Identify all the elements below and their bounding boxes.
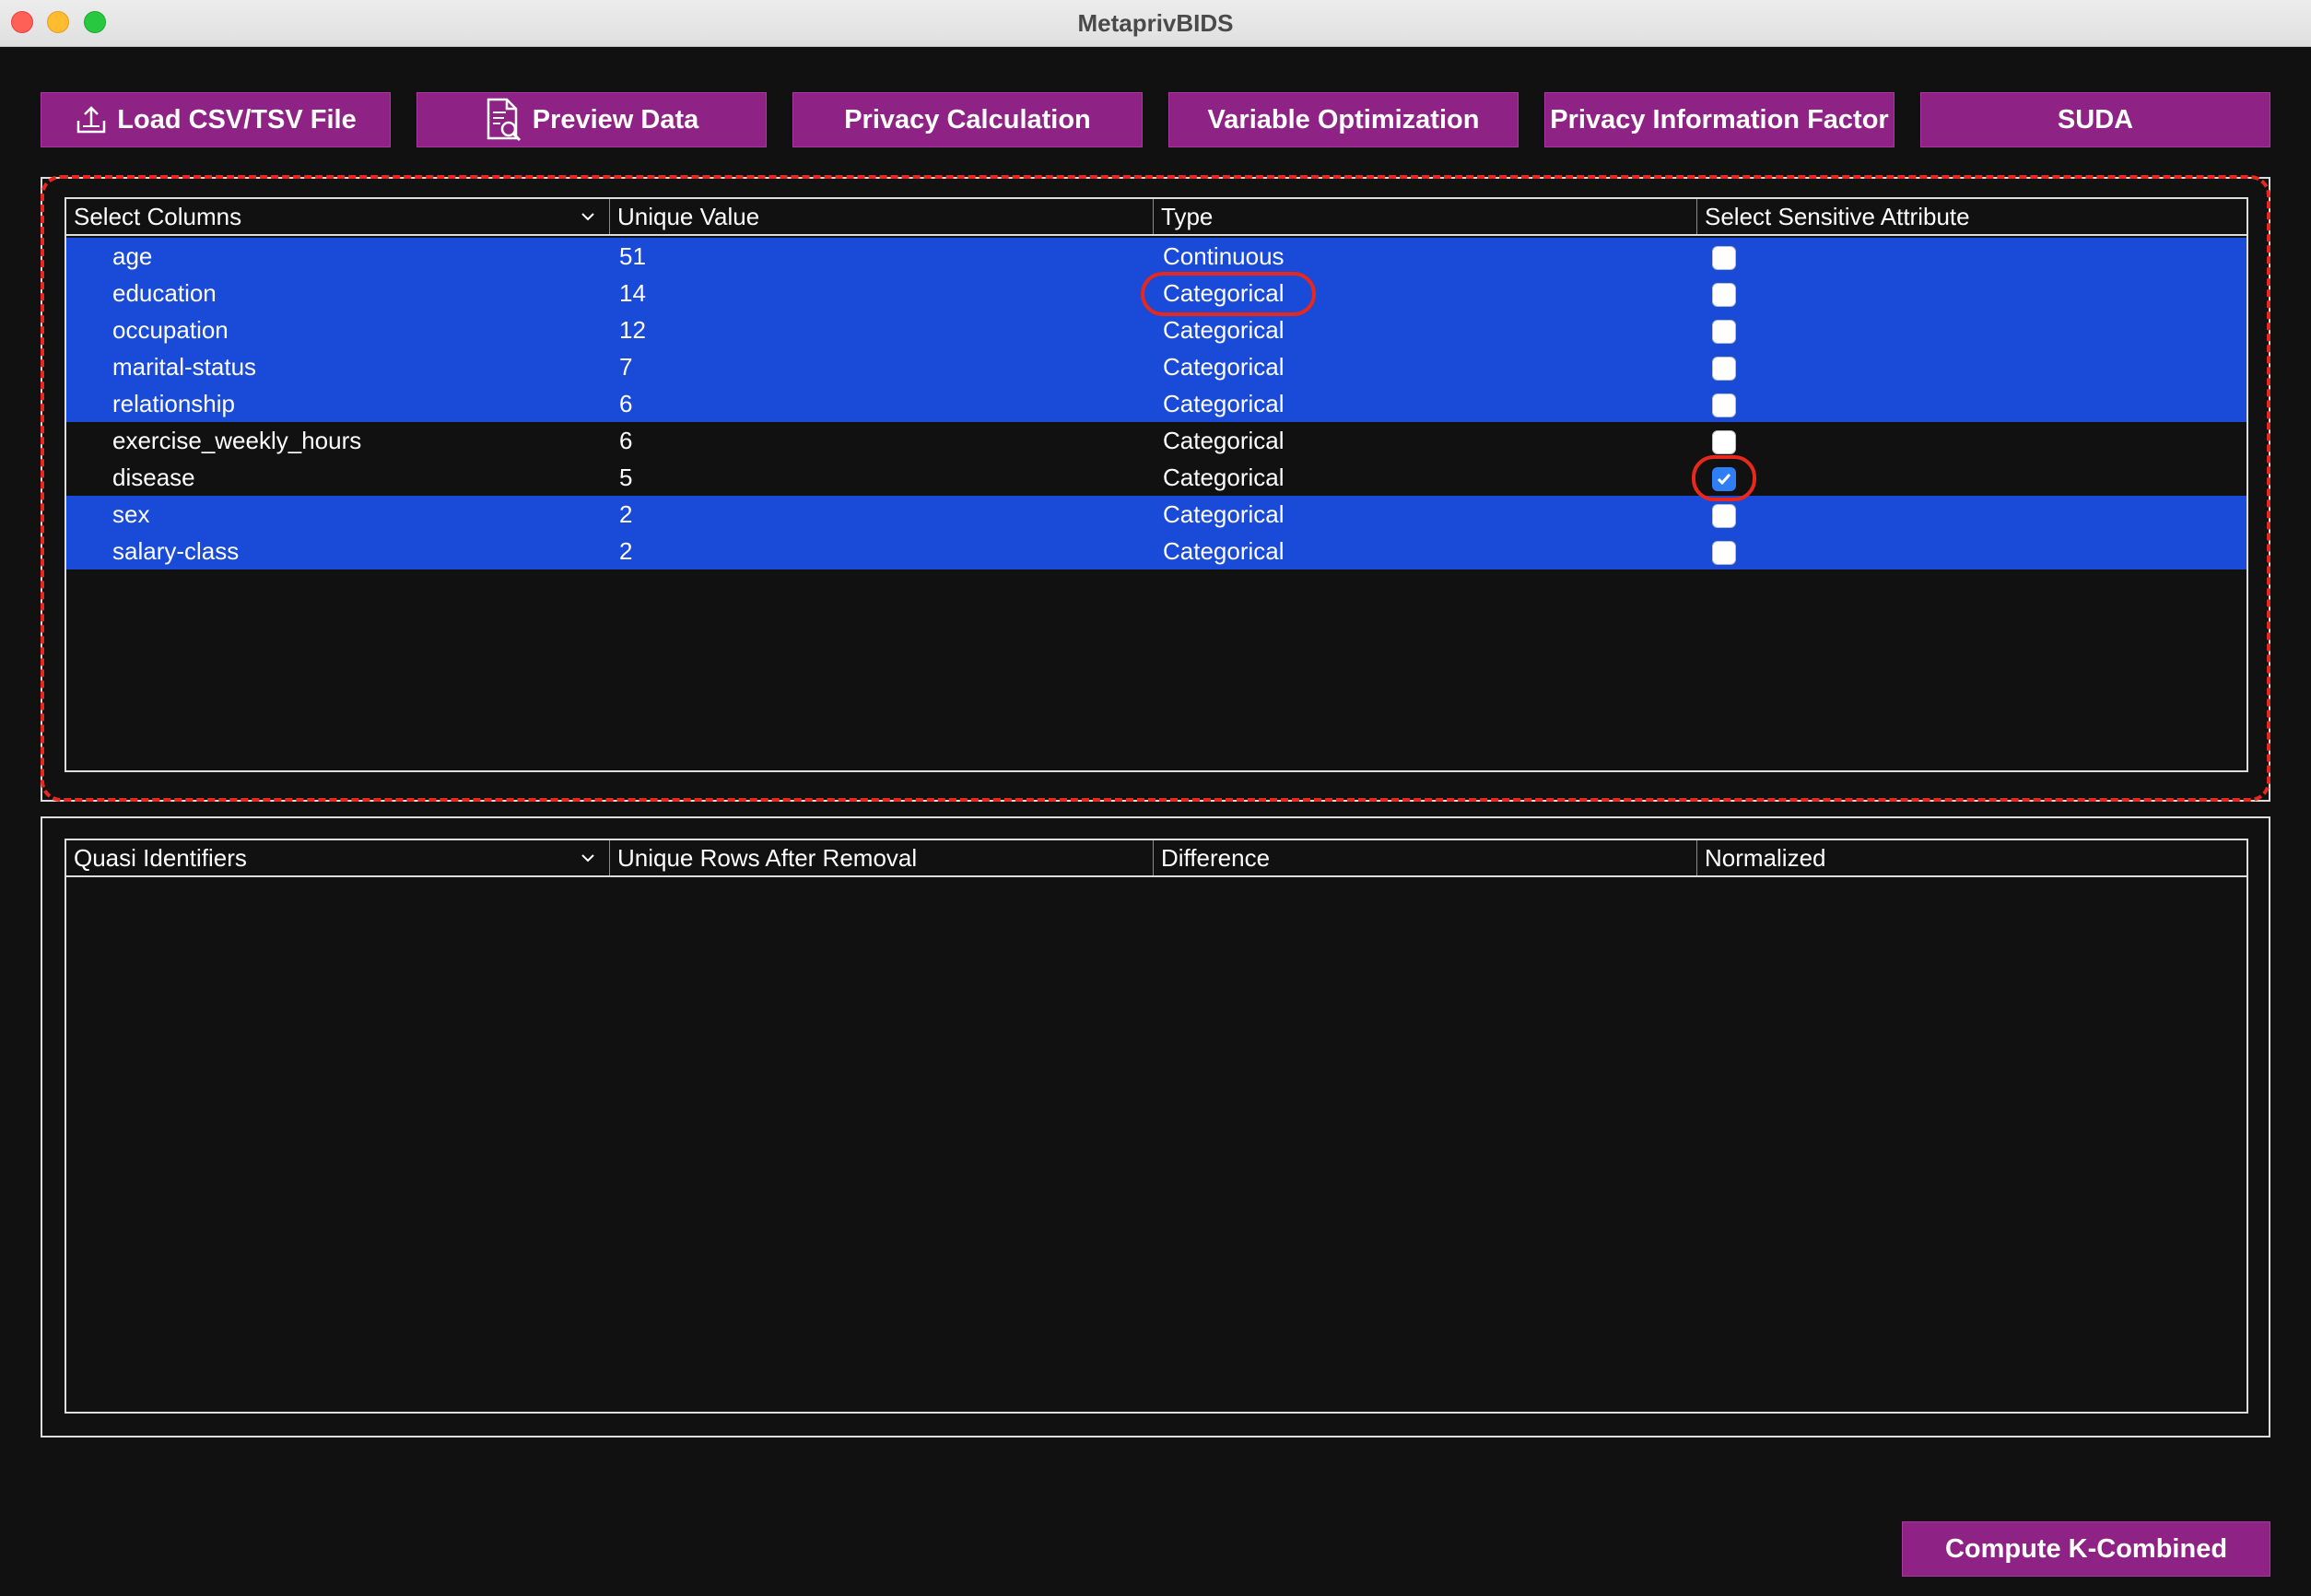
select-columns-header[interactable]: Select Columns <box>66 199 610 234</box>
table-row[interactable]: exercise_weekly_hours 6 Categorical <box>66 422 2246 459</box>
load-file-label: Load CSV/TSV File <box>117 104 357 135</box>
compute-k-combined-label: Compute K-Combined <box>1944 1533 2228 1564</box>
sensitive-attribute-checkbox[interactable] <box>1712 430 1736 454</box>
column-name: occupation <box>112 316 229 344</box>
unique-value: 51 <box>619 242 646 270</box>
column-name: age <box>112 242 153 270</box>
privacy-calculation-button[interactable]: Privacy Calculation <box>792 92 1143 147</box>
sensitive-attribute-checkbox[interactable] <box>1712 504 1736 528</box>
unique-value: 14 <box>619 279 646 307</box>
column-type: Categorical <box>1163 390 1285 417</box>
unique-value-header[interactable]: Unique Value <box>610 199 1154 234</box>
quasi-identifiers-header[interactable]: Quasi Identifiers <box>66 840 610 875</box>
unique-value: 5 <box>619 464 633 491</box>
difference-header[interactable]: Difference <box>1154 840 1697 875</box>
window-title: MetaprivBIDS <box>1077 9 1234 37</box>
sensitive-attribute-checkbox[interactable] <box>1712 393 1736 417</box>
document-search-icon <box>485 98 523 142</box>
sensitive-attribute-checkbox[interactable] <box>1712 467 1736 491</box>
columns-table-header: Select Columns Unique Value Type Select … <box>66 199 2246 236</box>
sensitive-attribute-checkbox[interactable] <box>1712 357 1736 381</box>
title-bar: MetaprivBIDS <box>0 0 2311 47</box>
checkmark-icon <box>1717 474 1731 486</box>
sensitive-attribute-header[interactable]: Select Sensitive Attribute <box>1697 199 2246 234</box>
column-name: disease <box>112 464 195 491</box>
columns-table[interactable]: Select Columns Unique Value Type Select … <box>65 197 2248 772</box>
load-file-button[interactable]: Load CSV/TSV File <box>41 92 391 147</box>
privacy-information-factor-button[interactable]: Privacy Information Factor <box>1544 92 1895 147</box>
table-row[interactable]: salary-class 2 Categorical <box>66 533 2246 569</box>
unique-value: 2 <box>619 500 633 528</box>
quasi-identifiers-header-label: Quasi Identifiers <box>74 844 247 872</box>
column-type: Categorical <box>1163 500 1285 528</box>
column-type: Categorical <box>1163 353 1285 381</box>
unique-value: 6 <box>619 427 633 454</box>
type-header[interactable]: Type <box>1154 199 1697 234</box>
column-name: salary-class <box>112 537 240 565</box>
unique-value: 12 <box>619 316 646 344</box>
unique-value: 7 <box>619 353 633 381</box>
column-name: marital-status <box>112 353 257 381</box>
preview-data-label: Preview Data <box>532 104 699 135</box>
unique-value: 2 <box>619 537 633 565</box>
privacy-information-factor-label: Privacy Information Factor <box>1550 104 1889 135</box>
sensitive-attribute-checkbox[interactable] <box>1712 283 1736 307</box>
variable-optimization-button[interactable]: Variable Optimization <box>1168 92 1519 147</box>
column-type: Categorical <box>1163 279 1285 307</box>
table-row[interactable]: sex 2 Categorical <box>66 496 2246 533</box>
column-name: education <box>112 279 217 307</box>
quasi-identifiers-table-header: Quasi Identifiers Unique Rows After Remo… <box>66 840 2246 877</box>
table-row[interactable]: disease 5 Categorical <box>66 459 2246 496</box>
column-type: Categorical <box>1163 316 1285 344</box>
table-row[interactable]: occupation 12 Categorical <box>66 311 2246 348</box>
column-type: Categorical <box>1163 537 1285 565</box>
normalized-header[interactable]: Normalized <box>1697 840 2246 875</box>
sensitive-attribute-checkbox[interactable] <box>1712 246 1736 270</box>
suda-label: SUDA <box>2057 104 2134 135</box>
select-columns-header-label: Select Columns <box>74 203 242 230</box>
column-type: Continuous <box>1163 242 1285 270</box>
column-name: relationship <box>112 390 235 417</box>
table-row[interactable]: age 51 Continuous <box>66 238 2246 275</box>
privacy-calculation-label: Privacy Calculation <box>844 104 1091 135</box>
unique-rows-after-removal-header[interactable]: Unique Rows After Removal <box>610 840 1154 875</box>
column-name: sex <box>112 500 150 528</box>
suda-button[interactable]: SUDA <box>1920 92 2270 147</box>
column-type: Categorical <box>1163 464 1285 491</box>
column-type: Categorical <box>1163 427 1285 454</box>
unique-value: 6 <box>619 390 633 417</box>
table-row[interactable]: marital-status 7 Categorical <box>66 348 2246 385</box>
column-name: exercise_weekly_hours <box>112 427 362 454</box>
compute-k-combined-button[interactable]: Compute K-Combined <box>1902 1521 2270 1577</box>
upload-icon <box>75 104 108 135</box>
sensitive-attribute-checkbox[interactable] <box>1712 541 1736 565</box>
table-row[interactable]: education 14 Categorical <box>66 275 2246 311</box>
preview-data-button[interactable]: Preview Data <box>416 92 767 147</box>
variable-optimization-label: Variable Optimization <box>1207 104 1480 135</box>
sensitive-attribute-checkbox[interactable] <box>1712 320 1736 344</box>
table-row[interactable]: relationship 6 Categorical <box>66 385 2246 422</box>
quasi-identifiers-table[interactable]: Quasi Identifiers Unique Rows After Remo… <box>65 839 2248 1414</box>
chevron-down-icon <box>580 840 596 887</box>
